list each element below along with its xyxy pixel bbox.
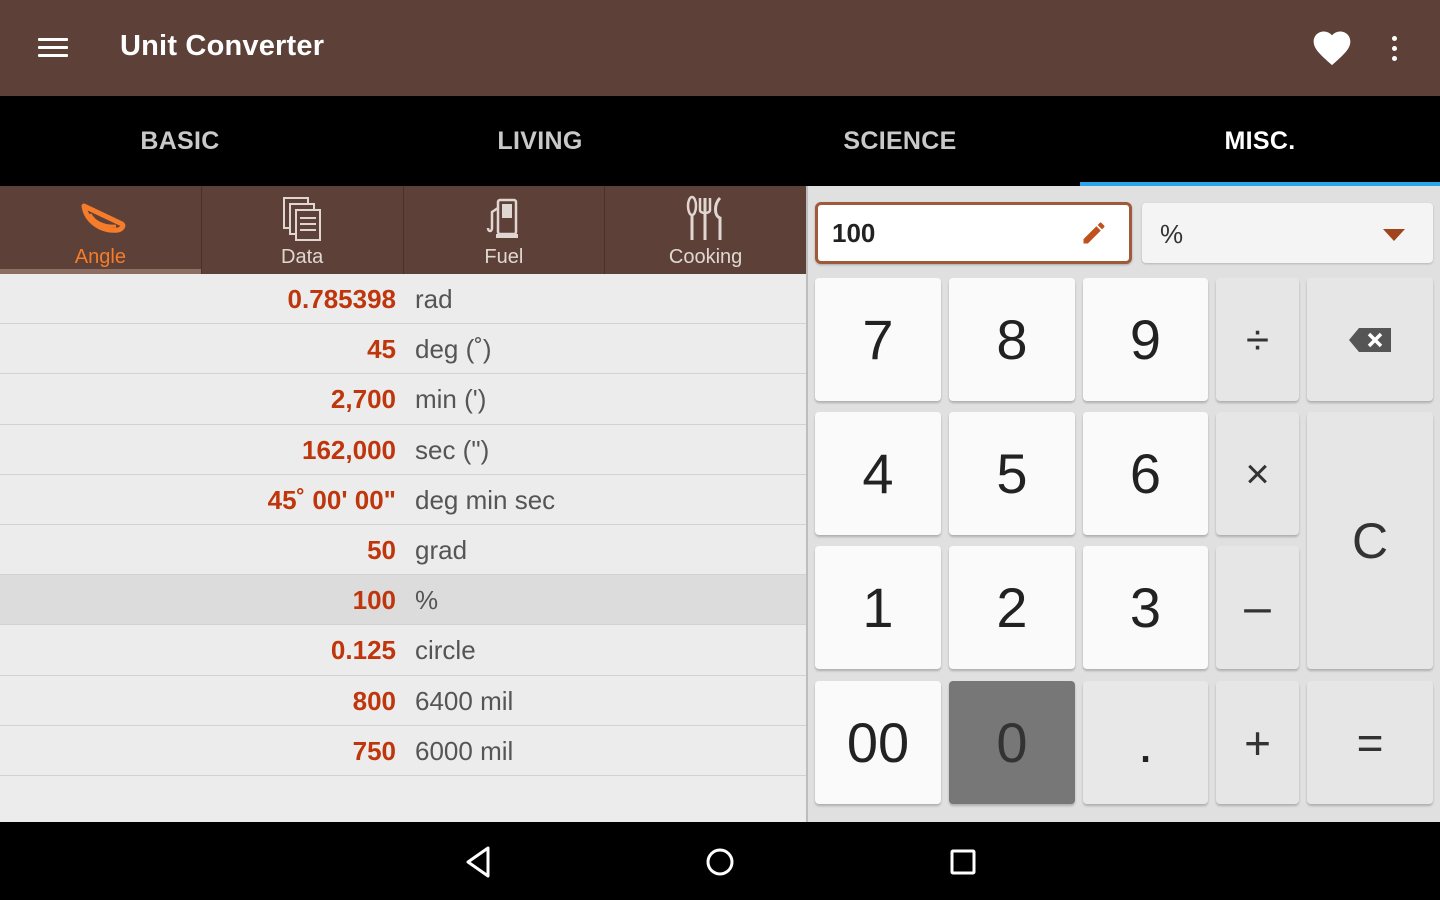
home-icon[interactable] [698, 840, 742, 884]
result-unit: rad [415, 284, 453, 314]
recents-icon[interactable] [941, 840, 985, 884]
angle-icon [81, 203, 126, 233]
key-5[interactable]: 5 [949, 412, 1075, 535]
key-plus[interactable]: + [1216, 681, 1299, 804]
result-row[interactable]: 50 grad [0, 525, 806, 576]
key-multiply[interactable]: × [1216, 412, 1299, 535]
result-unit: 6000 mil [415, 735, 514, 766]
app-title: Unit Converter [120, 30, 325, 62]
result-unit: % [415, 585, 439, 616]
category-label: Fuel [484, 246, 524, 268]
key-9[interactable]: 9 [1083, 278, 1208, 401]
key-00[interactable]: 00 [815, 681, 941, 804]
app-bar: Unit Converter [0, 0, 1440, 96]
result-value: 800 [352, 685, 396, 716]
unit-dropdown-value: % [1160, 219, 1184, 249]
category-bar: Angle Data Fuel Cooking [0, 186, 806, 274]
key-4[interactable]: 4 [815, 412, 941, 535]
tab-science[interactable]: SCIENCE [720, 96, 1080, 186]
key-backspace[interactable] [1307, 278, 1433, 401]
result-unit: 6400 mil [415, 685, 514, 716]
result-value: 162,000 [302, 434, 396, 465]
key-minus[interactable]: – [1216, 546, 1299, 669]
result-value: 45˚ 00' 00" [267, 484, 396, 515]
result-row[interactable]: 162,000 sec (") [0, 425, 806, 475]
favorite-heart-icon[interactable] [1310, 26, 1354, 70]
key-1[interactable]: 1 [815, 546, 941, 669]
key-7[interactable]: 7 [815, 278, 941, 401]
result-value: 2,700 [330, 384, 396, 415]
system-nav-bar [0, 822, 1440, 900]
result-value: 0.125 [330, 635, 396, 666]
result-row[interactable]: 2,700 min (') [0, 374, 806, 425]
result-unit: deg (˚) [415, 334, 492, 365]
unit-dropdown[interactable]: % [1142, 203, 1433, 263]
category-label: Angle [74, 246, 126, 268]
result-unit: min (') [415, 384, 487, 415]
key-clear[interactable]: C [1307, 412, 1433, 669]
tab-living[interactable]: LIVING [360, 96, 720, 186]
category-angle[interactable]: Angle [0, 186, 202, 274]
key-6[interactable]: 6 [1083, 412, 1208, 535]
data-icon [283, 197, 322, 241]
key-divide[interactable]: ÷ [1216, 278, 1299, 401]
main-tabs: BASIC LIVING SCIENCE MISC. [0, 96, 1440, 186]
fuel-icon [486, 198, 518, 238]
dropdown-arrow-icon [1383, 229, 1405, 241]
cooking-icon [686, 195, 722, 240]
results-list: 0.785398 rad 45 deg (˚) 2,700 min (') 162,0… [0, 274, 806, 822]
edit-pencil-icon[interactable] [1080, 219, 1108, 247]
menu-icon[interactable] [26, 28, 82, 68]
key-decimal[interactable]: . [1083, 681, 1208, 804]
more-options-icon[interactable] [1376, 28, 1412, 68]
value-input-box[interactable] [815, 202, 1132, 264]
result-unit: circle [415, 635, 476, 666]
tab-misc[interactable]: MISC. [1080, 96, 1440, 186]
tab-basic[interactable]: BASIC [0, 96, 360, 186]
category-cooking[interactable]: Cooking [605, 186, 806, 274]
result-row[interactable]: 750 6000 mil [0, 726, 806, 776]
backspace-icon [1349, 327, 1391, 352]
result-value: 750 [352, 735, 396, 766]
value-input[interactable] [832, 217, 1062, 249]
result-value: 50 [367, 534, 396, 565]
category-label: Cooking [668, 246, 743, 268]
result-unit: deg min sec [415, 484, 556, 515]
result-row[interactable]: 800 6400 mil [0, 676, 806, 726]
result-value: 0.785398 [287, 284, 396, 314]
result-row-selected[interactable]: 100% [0, 575, 806, 626]
category-fuel[interactable]: Fuel [404, 186, 606, 274]
key-2[interactable]: 2 [949, 546, 1075, 669]
key-0[interactable]: 0 [949, 681, 1075, 804]
result-value: 100 [352, 585, 396, 616]
result-row[interactable]: 0.125 circle [0, 625, 806, 676]
result-unit: sec (") [415, 434, 490, 465]
back-icon[interactable] [456, 840, 500, 884]
result-unit: grad [415, 534, 468, 565]
key-8[interactable]: 8 [949, 278, 1075, 401]
key-equals[interactable]: = [1307, 681, 1433, 804]
category-data[interactable]: Data [202, 186, 404, 274]
result-row[interactable]: 45˚ 00' 00" deg min sec [0, 475, 806, 525]
category-label: Data [281, 246, 324, 268]
result-row[interactable]: 0.785398 rad [0, 274, 806, 325]
result-row[interactable]: 45 deg (˚) [0, 324, 806, 375]
key-3[interactable]: 3 [1083, 546, 1208, 669]
result-value: 45 [367, 334, 396, 365]
